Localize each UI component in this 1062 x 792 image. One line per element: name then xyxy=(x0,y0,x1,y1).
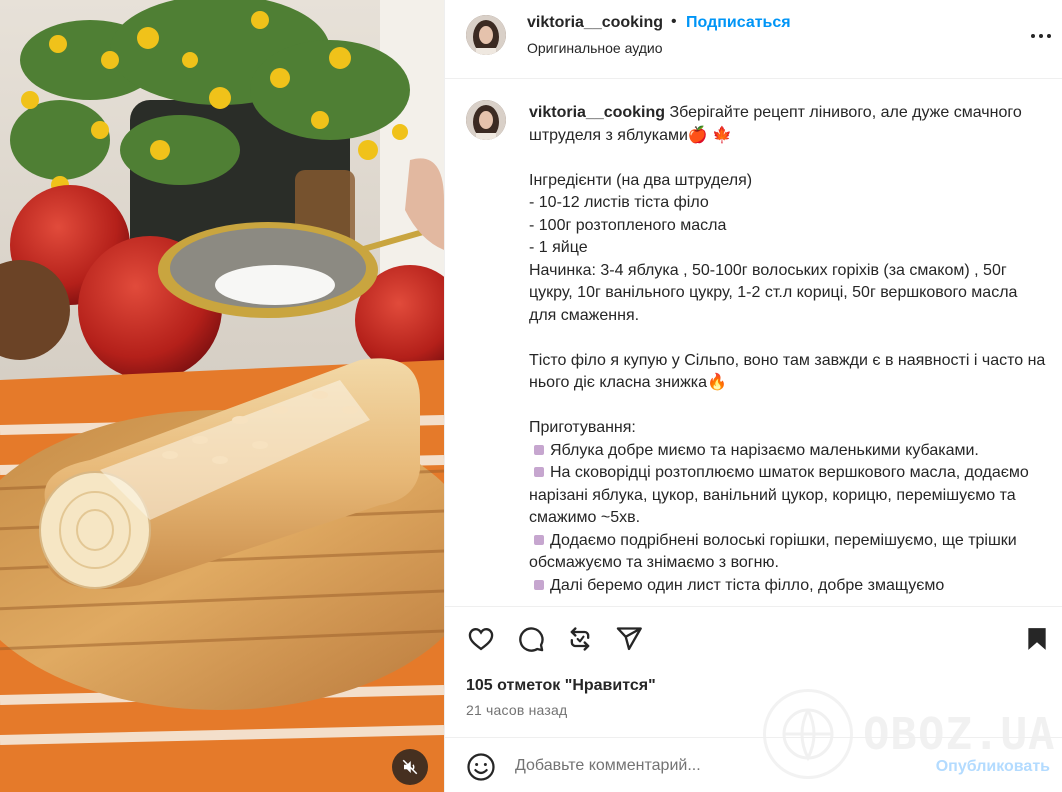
post-panel: viktoria__cooking • Подписаться Оригинал… xyxy=(444,0,1062,792)
likes-count[interactable]: 105 отметок "Нравится" xyxy=(466,677,656,695)
ingredient-line: - 10-12 листів тіста філо xyxy=(529,194,709,211)
caption-area: viktoria__cooking Зберігайте рецепт ліни… xyxy=(445,80,1062,605)
comment-input[interactable] xyxy=(515,753,915,779)
caption-text: viktoria__cooking Зберігайте рецепт ліни… xyxy=(529,102,1049,597)
filling-text: Начинка: 3-4 яблука , 50-100г волоських … xyxy=(529,261,1018,324)
post-media[interactable] xyxy=(0,0,444,792)
caption-avatar[interactable] xyxy=(466,100,506,140)
ingredient-line: - 100г розтопленого масла xyxy=(529,216,727,234)
prep-step: Додаємо подрібнені волоські горішки, пер… xyxy=(529,531,1017,572)
repost-icon[interactable] xyxy=(564,623,596,655)
audio-label[interactable]: Оригинальное аудио xyxy=(527,40,663,56)
more-horizontal-icon[interactable] xyxy=(1027,24,1055,48)
prep-step: Далі беремо один лист тіста філло, добре… xyxy=(550,576,945,594)
publish-button[interactable]: Опубликовать xyxy=(936,758,1050,776)
prep-step: Яблука добре миємо та нарізаємо маленьки… xyxy=(550,441,979,459)
prep-title: Приготування: xyxy=(529,419,636,436)
mute-button[interactable] xyxy=(392,749,428,785)
post-header: viktoria__cooking • Подписаться Оригинал… xyxy=(445,0,1062,79)
comment-bar: Опубликовать xyxy=(445,737,1062,792)
phyllo-note: Тісто філо я купую у Сільпо, воно там за… xyxy=(529,351,1046,392)
speaker-muted-icon xyxy=(402,759,418,775)
caption-username[interactable]: viktoria__cooking xyxy=(529,104,665,121)
ingredient-line: - 1 яйце xyxy=(529,239,588,256)
purple-square-icon xyxy=(534,444,544,455)
purple-square-icon xyxy=(534,467,544,477)
post-time[interactable]: 21 часов назад xyxy=(466,702,567,718)
prep-step: На сковорідці розтоплюємо шматок вершков… xyxy=(529,464,1029,526)
follow-button[interactable]: Подписаться xyxy=(686,14,791,32)
comment-icon[interactable] xyxy=(515,623,547,655)
purple-square-icon xyxy=(534,534,544,545)
action-bar: OBOZ.UA 105 отметок "Нравится" 21 часов … xyxy=(445,606,1062,779)
share-icon[interactable] xyxy=(613,623,645,655)
purple-square-icon xyxy=(534,579,544,590)
header-separator: • xyxy=(671,13,677,30)
ingredients-title: Інгредієнти (на два штруделя) xyxy=(529,171,753,189)
avatar[interactable] xyxy=(466,15,506,55)
bookmark-icon[interactable] xyxy=(1021,623,1053,655)
emoji-icon[interactable] xyxy=(466,752,496,782)
heart-icon[interactable] xyxy=(465,623,497,655)
strudel-photo xyxy=(0,0,444,792)
header-username[interactable]: viktoria__cooking xyxy=(527,14,663,32)
